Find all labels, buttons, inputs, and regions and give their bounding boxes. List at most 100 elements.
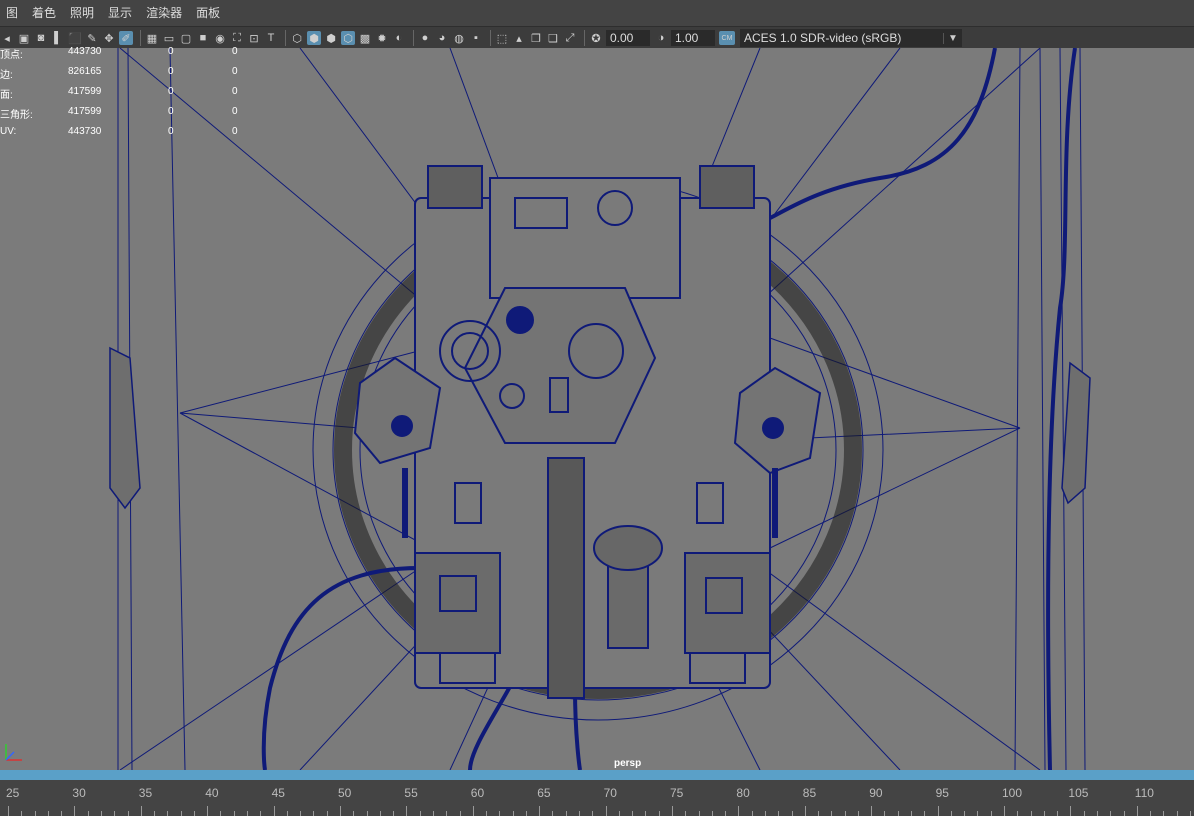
time-slider-bar[interactable]: [0, 770, 1194, 780]
time-tick-mark: [831, 811, 833, 816]
time-tick-label: 85: [802, 786, 817, 800]
time-tick-label: 100: [1002, 786, 1023, 800]
text-icon[interactable]: T: [264, 31, 278, 45]
time-tick-mark: [1057, 811, 1059, 816]
time-tick-mark: [552, 811, 554, 816]
time-tick-mark: [1189, 811, 1191, 816]
safe-title-icon[interactable]: ⊡: [247, 31, 261, 45]
time-tick-mark: [8, 806, 9, 816]
antialias-icon[interactable]: ◍: [452, 31, 466, 45]
menu-show[interactable]: 显示: [102, 0, 140, 26]
gamma-field[interactable]: 1.00: [671, 30, 715, 46]
xray-icon[interactable]: ⬡: [341, 31, 355, 45]
menu-lighting[interactable]: 照明: [64, 0, 102, 26]
time-tick-mark: [432, 811, 434, 816]
time-tick-mark: [685, 811, 687, 816]
menu-view[interactable]: 图: [0, 0, 26, 26]
wireframe-icon[interactable]: ⬡: [290, 31, 304, 45]
viewport-3d[interactable]: [0, 48, 1194, 770]
exposure-icon[interactable]: ✪: [589, 31, 603, 45]
image-plane-icon[interactable]: ▌: [51, 31, 65, 45]
film-gate-icon[interactable]: ▭: [162, 31, 176, 45]
time-tick-mark: [711, 811, 713, 816]
isolate-select-icon[interactable]: ⬚: [495, 31, 509, 45]
time-tick-label: 30: [72, 786, 86, 800]
motion-blur-icon[interactable]: ◕: [435, 31, 449, 45]
menu-panels[interactable]: 面板: [190, 0, 228, 26]
time-tick-mark: [459, 811, 461, 816]
wireframe-on-shaded-icon[interactable]: ⬢: [324, 31, 338, 45]
time-tick-mark: [1163, 811, 1165, 816]
time-tick-mark: [21, 811, 23, 816]
time-tick-mark: [260, 811, 262, 816]
time-tick-mark: [180, 811, 182, 816]
chevron-down-icon: ▼: [943, 32, 962, 44]
time-tick-label: 40: [205, 786, 219, 800]
frame-all-icon[interactable]: ⤢: [563, 31, 577, 45]
grease-pencil-icon[interactable]: ⬛: [68, 31, 82, 45]
time-tick-mark: [472, 806, 474, 816]
exposure-field[interactable]: 0.00: [606, 30, 650, 46]
2d-pan-zoom-icon[interactable]: ✎: [85, 31, 99, 45]
field-chart-icon[interactable]: ◉: [213, 31, 227, 45]
time-tick-mark: [313, 811, 315, 816]
time-tick-label: 95: [935, 786, 949, 800]
copy-icon[interactable]: ❐: [529, 31, 543, 45]
time-tick-mark: [1070, 806, 1072, 816]
camera-attributes-icon[interactable]: ▣: [17, 31, 31, 45]
time-tick-mark: [977, 811, 979, 816]
time-tick-mark: [1004, 806, 1005, 816]
time-tick-mark: [618, 811, 620, 816]
gamma-icon[interactable]: ◑: [654, 31, 668, 45]
shadows-icon[interactable]: ◐: [392, 31, 406, 45]
ambient-occlusion-icon[interactable]: ●: [418, 31, 432, 45]
grid-icon[interactable]: ▦: [145, 31, 159, 45]
time-tick-label: 65: [537, 786, 551, 800]
safe-action-icon[interactable]: ⛶: [230, 31, 244, 45]
time-tick-mark: [193, 811, 195, 816]
time-tick-mark: [326, 811, 328, 816]
time-tick-mark: [167, 811, 169, 816]
time-tick-label: 70: [603, 786, 617, 800]
time-tick-mark: [74, 806, 76, 816]
smooth-shade-icon[interactable]: ⬢: [307, 31, 321, 45]
time-tick-mark: [871, 806, 873, 816]
time-tick-mark: [844, 811, 846, 816]
lights-icon[interactable]: ✹: [375, 31, 389, 45]
depth-of-field-icon[interactable]: ▪: [469, 31, 483, 45]
textures-icon[interactable]: ▩: [358, 31, 372, 45]
xray-joints-icon[interactable]: ▴: [512, 31, 526, 45]
paste-icon[interactable]: ❑: [546, 31, 560, 45]
time-tick-mark: [738, 806, 740, 816]
time-tick-mark: [818, 811, 820, 816]
time-tick-mark: [911, 811, 913, 816]
time-tick-mark: [632, 811, 634, 816]
time-slider[interactable]: 25 30 35 40 45 50 55 60 65 70 75 80 85 90 95 100 105 110: [0, 780, 1194, 816]
time-tick-mark: [950, 811, 952, 816]
time-tick-mark: [1136, 806, 1138, 816]
time-tick-mark: [1176, 811, 1178, 816]
camera-select-icon[interactable]: ◂: [0, 31, 14, 45]
menu-shading[interactable]: 着色: [26, 0, 64, 26]
time-tick-label: 35: [138, 786, 153, 800]
time-tick-mark: [565, 811, 567, 816]
bookmark-icon[interactable]: ◙: [34, 31, 48, 45]
grease-icon[interactable]: ✐: [119, 31, 133, 45]
time-tick-mark: [379, 811, 381, 816]
time-tick-mark: [645, 811, 647, 816]
pan-icon[interactable]: ✥: [102, 31, 116, 45]
time-tick-mark: [1083, 811, 1085, 816]
time-tick-mark: [406, 806, 408, 816]
time-tick-mark: [924, 811, 926, 816]
time-tick-mark: [87, 811, 89, 816]
color-management-icon[interactable]: CM: [719, 31, 735, 45]
time-tick-mark: [499, 811, 501, 816]
time-tick-mark: [764, 811, 766, 816]
time-tick-mark: [857, 811, 859, 816]
gate-mask-icon[interactable]: ■: [196, 31, 210, 45]
resolution-gate-icon[interactable]: ▢: [179, 31, 193, 45]
menu-renderer[interactable]: 渲染器: [140, 0, 190, 26]
view-transform-dropdown[interactable]: ACES 1.0 SDR-video (sRGB) ▼: [740, 29, 962, 47]
time-tick-mark: [114, 811, 116, 816]
time-tick-mark: [47, 811, 49, 816]
